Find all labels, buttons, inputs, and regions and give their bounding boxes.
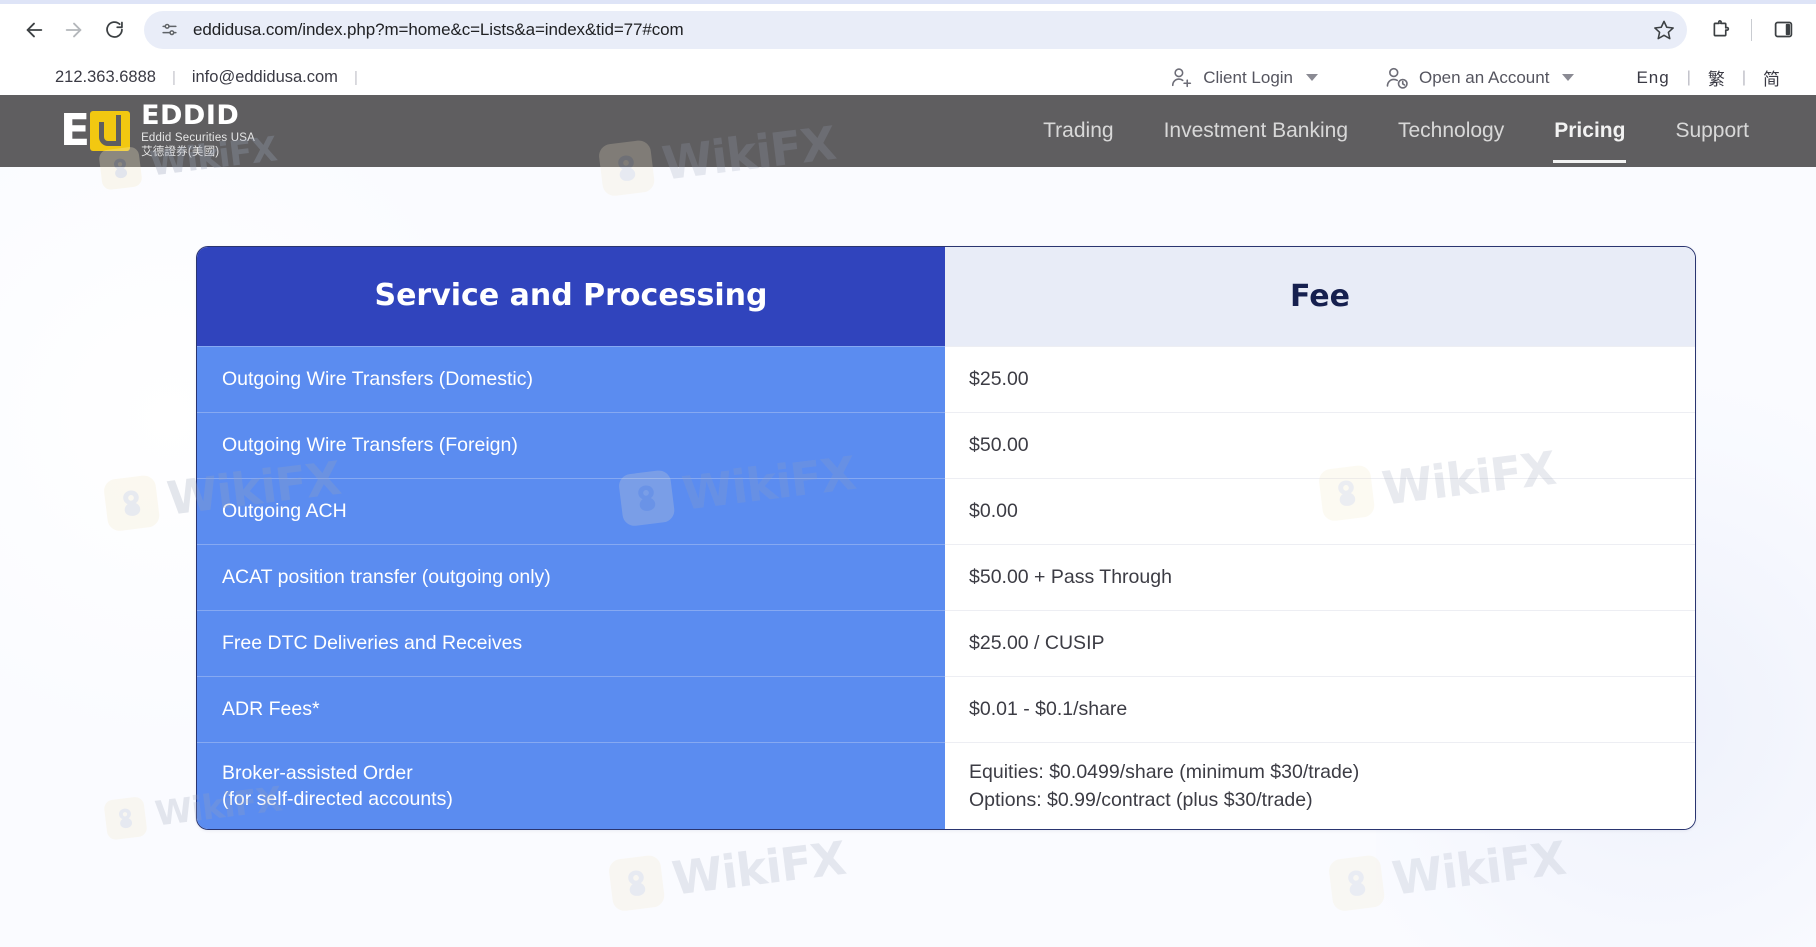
star-icon	[1654, 20, 1674, 39]
browser-toolbar: eddidusa.com/index.php?m=home&c=Lists&a=…	[0, 0, 1816, 60]
nav-item-trading[interactable]: Trading	[1018, 119, 1138, 143]
user-clock-icon	[1386, 67, 1408, 89]
logo-wordmark: EDDID Eddid Securities USA 艾德證券(美國)	[141, 102, 255, 159]
logo-brand-name: EDDID	[141, 100, 240, 132]
lang-option-traditional[interactable]: 繁	[1708, 65, 1725, 90]
forward-button[interactable]	[54, 10, 94, 50]
cell-fee: $50.00	[945, 413, 1695, 479]
contact-divider-2: |	[353, 69, 358, 86]
site-info-icon[interactable]	[160, 20, 179, 39]
tune-icon	[162, 23, 177, 36]
cell-fee: $0.01 - $0.1/share	[945, 677, 1695, 743]
toolbar-divider	[1751, 18, 1752, 41]
reload-button[interactable]	[94, 10, 134, 50]
column-header-service: Service and Processing	[197, 247, 945, 347]
lang-divider-1: |	[1686, 68, 1691, 86]
table-row: ACAT position transfer (outgoing only) $…	[197, 545, 1695, 611]
logo-subtitle-zh: 艾德證券(美國)	[141, 146, 220, 159]
lang-option-simplified[interactable]: 简	[1763, 65, 1780, 90]
cell-service: ADR Fees*	[197, 677, 945, 743]
open-account-label: Open an Account	[1419, 67, 1550, 87]
cell-service: Free DTC Deliveries and Receives	[197, 611, 945, 677]
cell-fee: $25.00	[945, 347, 1695, 413]
user-plus-icon	[1172, 68, 1192, 88]
nav-item-investment-banking[interactable]: Investment Banking	[1139, 119, 1373, 143]
cell-service: Outgoing Wire Transfers (Domestic)	[197, 347, 945, 413]
side-panel-button[interactable]	[1764, 11, 1802, 49]
cell-fee: Equities: $0.0499/share (minimum $30/tra…	[945, 743, 1695, 829]
cell-service: Broker-assisted Order (for self-directed …	[197, 743, 945, 829]
chevron-down-icon	[1306, 74, 1318, 81]
cell-line: Options: $0.99/contract (plus $30/trade)	[969, 789, 1313, 811]
main-navigation: Trading Investment Banking Technology Pr…	[1018, 119, 1816, 163]
logo-letter-e: E	[60, 105, 90, 156]
nav-item-pricing[interactable]: Pricing	[1529, 119, 1650, 163]
address-bar[interactable]: eddidusa.com/index.php?m=home&c=Lists&a=…	[144, 10, 1687, 49]
cell-service: Outgoing Wire Transfers (Foreign)	[197, 413, 945, 479]
cell-service: ACAT position transfer (outgoing only)	[197, 545, 945, 611]
reload-icon	[105, 21, 123, 38]
cell-line: Equities: $0.0499/share (minimum $30/tra…	[969, 760, 1360, 783]
client-login-label: Client Login	[1203, 67, 1293, 87]
column-header-fee: Fee	[945, 247, 1695, 347]
bookmark-star-icon[interactable]	[1653, 19, 1675, 41]
cell-line: Broker-assisted Order	[222, 761, 413, 784]
browser-tabstrip-edge	[0, 0, 1816, 4]
table-body: Outgoing Wire Transfers (Domestic) $25.0…	[197, 347, 1695, 829]
table-row: Free DTC Deliveries and Receives $25.00 …	[197, 611, 1695, 677]
extensions-button[interactable]	[1701, 11, 1739, 49]
site-utility-bar: 212.363.6888 | info@eddidusa.com | Clien…	[0, 60, 1816, 95]
cell-fee: $50.00 + Pass Through	[945, 545, 1695, 611]
fee-table: Service and Processing Fee Outgoing Wire…	[196, 246, 1696, 830]
side-panel-icon	[1774, 21, 1792, 38]
table-row: ADR Fees* $0.01 - $0.1/share	[197, 677, 1695, 743]
table-row: Broker-assisted Order (for self-directed …	[197, 743, 1695, 829]
back-button[interactable]	[14, 10, 54, 50]
site-header: E EDDID Eddid Securities USA 艾德證券(美國) Tr…	[0, 95, 1816, 167]
logo-letter-d-icon	[90, 111, 131, 151]
table-row: Outgoing Wire Transfers (Foreign) $50.00	[197, 413, 1695, 479]
client-login-menu[interactable]: Client Login	[1169, 65, 1318, 90]
email-address[interactable]: info@eddidusa.com	[192, 68, 338, 87]
browser-actions	[1701, 11, 1802, 49]
puzzle-piece-icon	[1713, 20, 1729, 37]
cell-fee: $25.00 / CUSIP	[945, 611, 1695, 677]
chevron-down-icon	[1562, 74, 1575, 81]
back-arrow-icon	[26, 22, 43, 37]
table-row: Outgoing ACH $0.00	[197, 479, 1695, 545]
table-header-row: Service and Processing Fee	[197, 247, 1695, 347]
lang-divider-2: |	[1741, 68, 1746, 86]
cell-fee: $0.00	[945, 479, 1695, 545]
table-row: Outgoing Wire Transfers (Domestic) $25.0…	[197, 347, 1695, 413]
forward-arrow-icon	[65, 22, 82, 37]
open-account-menu[interactable]: Open an Account	[1384, 65, 1575, 91]
nav-item-support[interactable]: Support	[1650, 119, 1774, 143]
contact-group: 212.363.6888 | info@eddidusa.com |	[0, 68, 374, 87]
site-logo[interactable]: E EDDID Eddid Securities USA 艾德證券(美國)	[0, 102, 255, 159]
phone-number[interactable]: 212.363.6888	[55, 68, 156, 87]
cell-line: (for self-directed accounts)	[222, 788, 453, 810]
page-content: Service and Processing Service and Proce…	[0, 167, 1816, 947]
language-switcher: Eng | 繁 | 简	[1636, 65, 1780, 90]
url-text: eddidusa.com/index.php?m=home&c=Lists&a=…	[193, 19, 684, 39]
lang-option-eng[interactable]: Eng	[1636, 68, 1669, 88]
cell-service: Outgoing ACH	[197, 479, 945, 545]
utility-actions: Client Login Open an Account Eng | 繁 | 简	[1169, 65, 1816, 91]
logo-subtitle-en: Eddid Securities USA	[141, 131, 256, 144]
contact-divider-1: |	[171, 69, 176, 86]
logo-mark-icon: E	[60, 105, 131, 156]
nav-item-technology[interactable]: Technology	[1373, 119, 1529, 143]
